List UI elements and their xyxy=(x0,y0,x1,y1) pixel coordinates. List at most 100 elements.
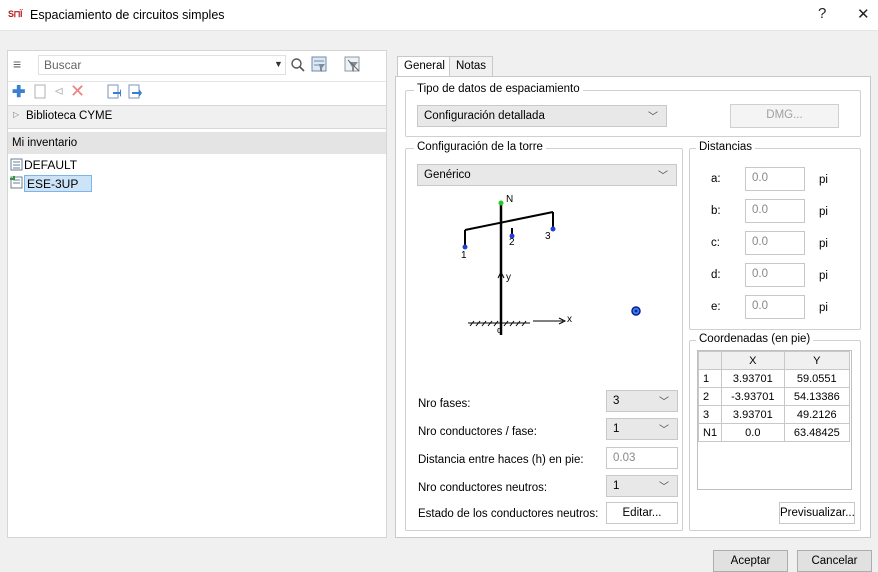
distance-unit: pi xyxy=(819,302,828,314)
chevron-down-icon: ﹀ xyxy=(659,482,669,493)
neutral-state-label: Estado de los conductores neutros: xyxy=(418,508,599,520)
table-cell: 49.2126 xyxy=(783,405,851,424)
cancel-button[interactable]: Cancelar xyxy=(797,550,872,572)
distance-label: d: xyxy=(711,269,721,281)
table-cell: 3.93701 xyxy=(721,369,785,388)
table-cell: 63.48425 xyxy=(783,423,851,442)
tower-value: Genérico xyxy=(424,169,471,181)
spacing-type-legend: Tipo de datos de espaciamiento xyxy=(414,83,583,95)
dmg-button[interactable]: DMG... xyxy=(730,104,839,128)
table-cell: 2 xyxy=(697,387,723,406)
chevron-down-icon: ﹀ xyxy=(648,112,658,123)
preview-button[interactable]: Previsualizar... xyxy=(779,502,855,524)
list-icon xyxy=(10,158,23,171)
chevron-down-icon: ﹀ xyxy=(659,397,669,408)
add-icon[interactable]: ✚ xyxy=(12,82,25,102)
column-header xyxy=(697,351,723,370)
table-cell: 3.93701 xyxy=(721,405,785,424)
phase-2-label: 2 xyxy=(509,237,515,248)
neutral-count-select[interactable]: 1 ﹀ xyxy=(606,475,678,497)
coordinates-table: XY 1 3.93701 59.0551 2 -3.93701 54.13386 3 3.93… xyxy=(697,351,851,442)
library-toolbar xyxy=(8,81,386,105)
conductors-select[interactable]: 1 ﹀ xyxy=(606,418,678,440)
distance-input[interactable]: 0.0 xyxy=(745,231,805,255)
list-icon-selected xyxy=(10,176,23,189)
chevron-down-icon: ﹀ xyxy=(658,171,668,182)
filter-icon[interactable] xyxy=(311,56,329,74)
accept-button[interactable]: Aceptar xyxy=(713,550,788,572)
search-placeholder: Buscar xyxy=(44,58,82,72)
y-axis-label: y xyxy=(506,272,511,283)
coordinates-legend: Coordenadas (en pie) xyxy=(696,333,814,345)
distance-unit: pi xyxy=(819,270,828,282)
spacing-type-select[interactable]: Configuración detallada ﹀ xyxy=(417,105,667,127)
distance-input[interactable]: 0.0 xyxy=(745,167,805,191)
distance-label: a: xyxy=(711,173,721,185)
table-cell: 0.0 xyxy=(721,423,785,442)
distances-legend: Distancias xyxy=(696,141,756,153)
help-button[interactable]: ? xyxy=(818,5,826,22)
phase-1-label: 1 xyxy=(461,250,467,261)
table-row[interactable]: N1 0.0 63.48425 xyxy=(697,423,851,442)
coordinates-table-frame: XY 1 3.93701 59.0551 2 -3.93701 54.13386 3 3.93… xyxy=(697,350,852,490)
clear-filter-icon[interactable] xyxy=(344,56,362,74)
conductors-label: Nro conductores / fase: xyxy=(418,426,537,438)
phases-label: Nro fases: xyxy=(418,398,471,410)
bundle-spacing-input[interactable]: 0.03 xyxy=(606,447,678,469)
edit-button[interactable]: Editar... xyxy=(606,502,678,524)
paste-icon[interactable]: ⊲ xyxy=(54,84,64,98)
distance-label: e: xyxy=(711,301,721,313)
table-cell: N1 xyxy=(697,423,723,442)
list-item-default[interactable]: DEFAULT xyxy=(24,158,77,172)
distance-unit: pi xyxy=(819,238,828,250)
phases-select[interactable]: 3 ﹀ xyxy=(606,390,678,412)
search-dropdown-arrow-icon[interactable]: ▼ xyxy=(274,59,283,69)
tower-select[interactable]: Genérico ﹀ xyxy=(417,164,677,186)
export-icon[interactable] xyxy=(128,84,142,100)
x-axis-label: x xyxy=(567,314,572,325)
menu-icon[interactable]: ≡ xyxy=(13,56,21,72)
distance-label: b: xyxy=(711,205,721,217)
tower-diagram xyxy=(462,200,641,335)
close-button[interactable]: ✕ xyxy=(857,5,870,23)
chevron-down-icon: ﹀ xyxy=(659,425,669,436)
list-item-ese-3up[interactable]: ESE-3UP xyxy=(27,177,78,191)
distance-label: c: xyxy=(711,237,720,249)
tab-notas[interactable]: Notas xyxy=(449,56,494,76)
distance-input[interactable]: 0.0 xyxy=(745,199,805,223)
distance-input[interactable]: 0.0 xyxy=(745,263,805,287)
spacing-type-value: Configuración detallada xyxy=(424,110,545,122)
table-row[interactable]: 1 3.93701 59.0551 xyxy=(697,369,851,388)
search-icon[interactable] xyxy=(290,57,306,73)
column-header: Y xyxy=(783,351,851,370)
table-row[interactable]: 2 -3.93701 54.13386 xyxy=(697,387,851,406)
column-header: X xyxy=(721,351,785,370)
origin-label: o xyxy=(497,325,503,335)
distance-unit: pi xyxy=(819,206,828,218)
distance-input[interactable]: 0.0 xyxy=(745,295,805,319)
conductors-value: 1 xyxy=(613,423,620,435)
phase-3-label: 3 xyxy=(545,231,551,242)
table-cell: 54.13386 xyxy=(783,387,851,406)
neutral-count-value: 1 xyxy=(613,480,620,492)
table-row[interactable]: 3 3.93701 49.2126 xyxy=(697,405,851,424)
bundle-spacing-label: Distancia entre haces (h) en pie: xyxy=(418,454,584,466)
table-cell: 3 xyxy=(697,405,723,424)
neutral-count-label: Nro conductores neutros: xyxy=(418,482,548,494)
neutral-label: N xyxy=(506,194,514,205)
import-icon[interactable] xyxy=(107,84,121,100)
distance-unit: pi xyxy=(819,174,828,186)
table-cell: -3.93701 xyxy=(721,387,785,406)
inventory-label: Mi inventario xyxy=(12,137,78,149)
table-cell: 1 xyxy=(697,369,723,388)
library-label[interactable]: Biblioteca CYME xyxy=(26,110,112,122)
tower-legend: Configuración de la torre xyxy=(414,141,546,153)
table-cell: 59.0551 xyxy=(783,369,851,388)
window-title: Espaciamiento de circuitos simples xyxy=(30,8,225,22)
tab-general[interactable]: General xyxy=(397,56,452,77)
copy-icon[interactable] xyxy=(34,84,48,100)
app-icon: Ѕ⊓Ї xyxy=(8,9,23,19)
delete-icon[interactable]: ✕ xyxy=(70,81,85,102)
phases-value: 3 xyxy=(613,395,620,407)
expand-icon[interactable]: ▷ xyxy=(13,110,19,119)
